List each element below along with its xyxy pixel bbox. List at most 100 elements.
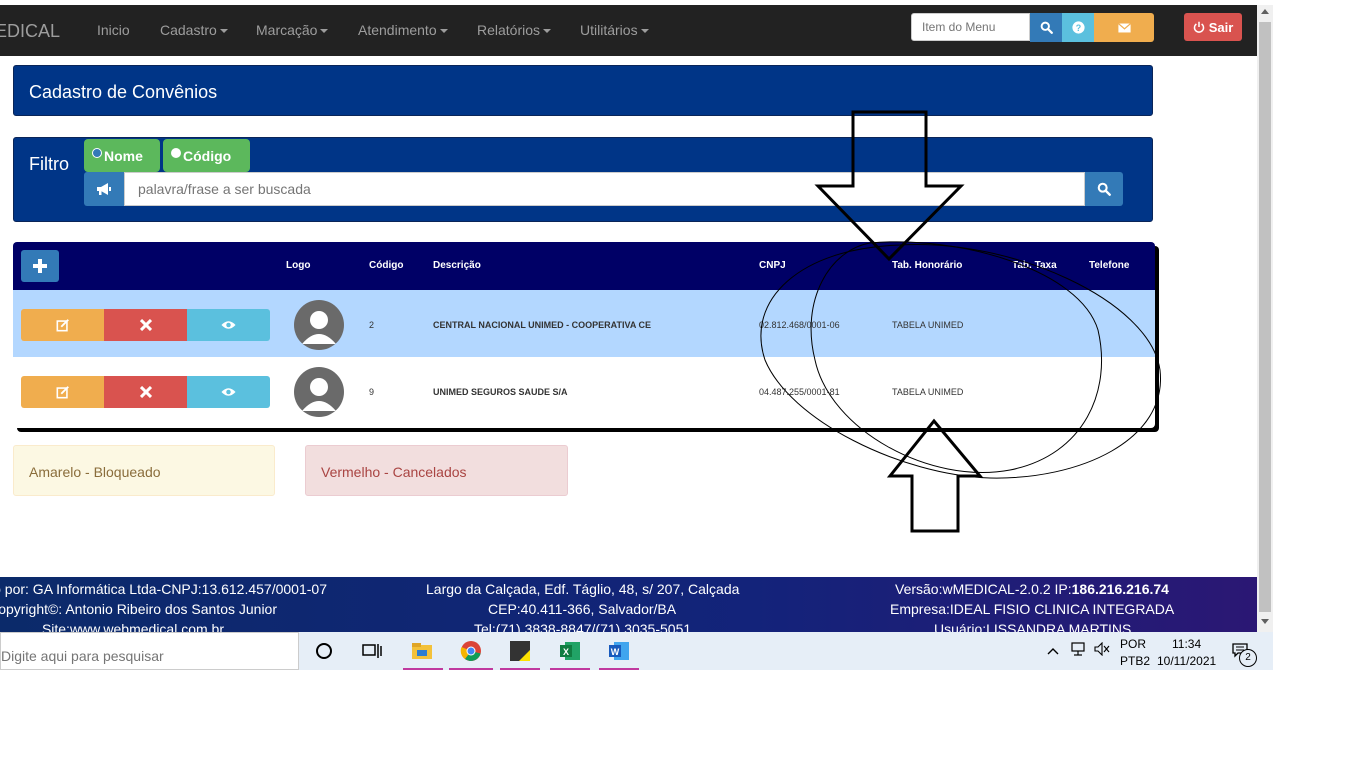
delete-button[interactable] (104, 309, 187, 341)
help-button[interactable]: ? (1062, 13, 1094, 42)
messages-button[interactable] (1094, 13, 1154, 42)
view-button[interactable] (187, 376, 270, 408)
clock-date[interactable]: 10/11/2021 (1157, 654, 1216, 668)
page-footer: Desenvolvido por: GA Informática Ltda-CN… (0, 577, 1257, 637)
svg-text:?: ? (1075, 23, 1080, 33)
chevron-up-icon[interactable] (1047, 644, 1059, 658)
menu-search-input[interactable] (911, 13, 1030, 41)
user-silhouette-icon (302, 311, 336, 344)
footer-developer: Desenvolvido por: GA Informática Ltda-CN… (0, 581, 327, 597)
excel-icon[interactable]: X (558, 639, 582, 663)
logout-button[interactable]: Sair (1184, 13, 1242, 41)
view-button[interactable] (187, 309, 270, 341)
sticky-notes-icon[interactable] (508, 639, 532, 663)
table-row[interactable]: 9 UNIMED SEGUROS SAUDE S/A 04.487.255/00… (13, 357, 1155, 424)
edit-button[interactable] (21, 309, 104, 341)
delete-button[interactable] (104, 376, 187, 408)
keyboard-layout[interactable]: PTB2 (1120, 654, 1150, 668)
cell-cnpj: 04.487.255/0001-81 (759, 387, 840, 397)
th-tab-honorario: Tab. Honorário (892, 260, 963, 271)
page-title-panel: Cadastro de Convênios (13, 65, 1153, 116)
scrollbar-thumb[interactable] (1259, 22, 1271, 612)
nav-atendimento-label: Atendimento (358, 22, 437, 38)
svg-text:X: X (563, 647, 569, 657)
scroll-up-icon[interactable] (1261, 9, 1269, 14)
nav-cadastro[interactable]: Cadastro (160, 22, 228, 38)
active-app-indicator (449, 668, 493, 670)
caret-down-icon (219, 29, 228, 34)
envelope-icon (1117, 22, 1131, 32)
avatar (294, 300, 344, 350)
close-icon (139, 319, 152, 331)
plus-icon (33, 259, 47, 273)
nav-utilitarios[interactable]: Utilitários (580, 22, 649, 38)
caret-down-icon (439, 29, 448, 34)
th-cnpj: CNPJ (759, 260, 786, 271)
convenios-table: Logo Código Descrição CNPJ Tab. Honorári… (13, 242, 1155, 428)
top-navbar: MEDICAL Inicio Cadastro Marcação Atendim… (0, 5, 1257, 56)
eye-icon (221, 321, 236, 329)
bullhorn-icon (97, 183, 111, 195)
nav-marcacao-label: Marcação (256, 22, 318, 38)
logout-label: Sair (1208, 19, 1234, 35)
add-convenio-button[interactable] (21, 250, 59, 282)
th-telefone: Telefone (1089, 260, 1130, 271)
speaker-muted-icon[interactable] (1094, 641, 1110, 659)
megaphone-button[interactable] (84, 172, 124, 206)
brand-logo[interactable]: MEDICAL (0, 21, 60, 42)
nav-relatorios[interactable]: Relatórios (477, 22, 552, 38)
menu-search-button[interactable] (1030, 13, 1062, 42)
file-explorer-icon[interactable] (410, 639, 434, 663)
radio-unselected-icon (171, 147, 181, 158)
active-app-indicator (550, 668, 590, 670)
network-icon[interactable] (1070, 642, 1086, 659)
nav-relatorios-label: Relatórios (477, 22, 541, 38)
table-row[interactable]: 2 CENTRAL NACIONAL UNIMED - COOPERATIVA … (13, 290, 1155, 357)
active-app-indicator (500, 668, 540, 670)
vertical-scrollbar[interactable] (1257, 5, 1273, 632)
active-app-indicator (599, 668, 639, 670)
cell-codigo: 9 (369, 387, 375, 397)
word-icon[interactable]: W (607, 639, 631, 663)
cell-tab-honorario: TABELA UNIMED (892, 320, 964, 330)
question-icon: ? (1071, 21, 1085, 34)
user-silhouette-icon (302, 378, 336, 411)
footer-cep: CEP:40.411-366, Salvador/BA (488, 601, 677, 617)
notification-count-badge: 2 (1239, 649, 1257, 667)
search-icon (1097, 182, 1111, 196)
scroll-down-icon[interactable] (1261, 619, 1269, 624)
clock-time[interactable]: 11:34 (1172, 637, 1201, 651)
nav-atendimento[interactable]: Atendimento (358, 22, 448, 38)
filter-option-nome[interactable]: Nome (84, 139, 160, 172)
edit-button[interactable] (21, 376, 104, 408)
chrome-icon[interactable] (459, 639, 483, 663)
filter-option-codigo[interactable]: Código (163, 139, 250, 172)
nav-marcacao[interactable]: Marcação (256, 22, 329, 38)
footer-version-label: Versão:wMEDICAL-2.0.2 IP: (895, 581, 1072, 597)
nav-inicio[interactable]: Inicio (97, 22, 130, 38)
footer-version: Versão:wMEDICAL-2.0.2 IP:186.216.216.74 (895, 581, 1169, 597)
nav-inicio-label: Inicio (97, 22, 130, 38)
taskbar-search-input[interactable] (0, 632, 299, 670)
filter-option-nome-label: Nome (104, 147, 143, 164)
th-logo: Logo (286, 260, 311, 271)
cortana-icon[interactable] (312, 639, 336, 663)
caret-down-icon (320, 29, 329, 34)
task-view-icon[interactable] (360, 639, 384, 663)
nav-utilitarios-label: Utilitários (580, 22, 638, 38)
avatar (294, 367, 344, 417)
power-icon (1193, 21, 1204, 33)
legend-cancelled: Vermelho - Cancelados (305, 445, 568, 496)
caret-down-icon (543, 29, 552, 34)
cell-descricao: UNIMED SEGUROS SAUDE S/A (433, 387, 568, 397)
search-icon (1040, 21, 1053, 34)
table-header: Logo Código Descrição CNPJ Tab. Honorári… (13, 242, 1155, 290)
eye-icon (221, 388, 236, 396)
filter-search-button[interactable] (1085, 172, 1123, 206)
radio-selected-icon (92, 147, 102, 158)
th-codigo: Código (369, 260, 404, 271)
cell-descricao: CENTRAL NACIONAL UNIMED - COOPERATIVA CE (433, 320, 652, 330)
filter-search-input[interactable] (124, 172, 1085, 206)
input-language[interactable]: POR (1120, 637, 1146, 651)
caret-down-icon (640, 29, 649, 34)
